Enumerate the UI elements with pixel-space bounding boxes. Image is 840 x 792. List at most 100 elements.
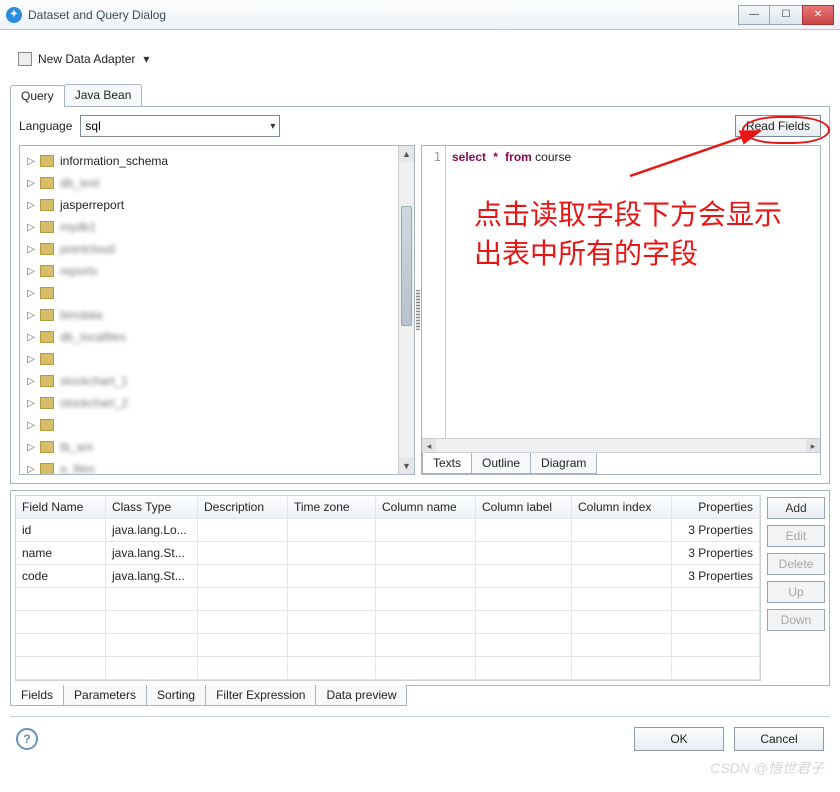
add-button[interactable]: Add (767, 497, 825, 519)
tree-item[interactable]: ▷ information_schema (22, 150, 396, 172)
ok-button[interactable]: OK (634, 727, 724, 751)
tree-item[interactable]: ▷ (22, 414, 396, 436)
table-row[interactable]: codejava.lang.St...3 Properties (16, 565, 760, 588)
line-gutter: 1 (422, 146, 446, 438)
language-label: Language (19, 119, 72, 133)
tab-query[interactable]: Query (10, 85, 65, 107)
titlebar: ✦ Dataset and Query Dialog — ☐ ✕ (0, 0, 840, 30)
caret-icon: ▷ (26, 156, 36, 167)
help-button[interactable]: ? (16, 728, 38, 750)
bottom-tab-filter[interactable]: Filter Expression (205, 685, 316, 706)
tree-item-label: stockchart_2 (60, 396, 128, 410)
tree-item[interactable]: ▷ db_test (22, 172, 396, 194)
scroll-thumb[interactable] (401, 206, 412, 326)
tree-item[interactable]: ▷bimdata (22, 304, 396, 326)
tree-item-label: db_test (60, 176, 99, 190)
scrollbar-vertical[interactable]: ▲ ▼ (398, 146, 414, 474)
database-icon (40, 441, 54, 453)
delete-button[interactable]: Delete (767, 553, 825, 575)
caret-icon: ▷ (26, 464, 36, 475)
schema-tree[interactable]: ▷information_schema▷db_test▷jasperreport… (20, 146, 398, 474)
database-icon (40, 199, 54, 211)
tree-item-label: jasperreport (60, 198, 124, 212)
app-icon: ✦ (6, 7, 22, 23)
caret-icon: ▷ (26, 310, 36, 321)
close-button[interactable]: ✕ (802, 5, 834, 25)
database-icon (40, 397, 54, 409)
language-value: sql (85, 119, 100, 133)
caret-icon: ▷ (26, 398, 36, 409)
code-content[interactable]: select * from course (446, 146, 820, 438)
scroll-left-icon[interactable]: ◂ (422, 439, 436, 452)
col-column-index[interactable]: Column index (572, 496, 672, 519)
adapter-icon (18, 52, 32, 66)
minimize-button[interactable]: — (738, 5, 770, 25)
edit-button[interactable]: Edit (767, 525, 825, 547)
tab-java-bean[interactable]: Java Bean (64, 84, 143, 106)
col-description[interactable]: Description (198, 496, 288, 519)
scroll-right-icon[interactable]: ▸ (806, 439, 820, 452)
bottom-tab-preview[interactable]: Data preview (315, 685, 407, 706)
editor-tab-outline[interactable]: Outline (471, 453, 531, 474)
editor-tab-diagram[interactable]: Diagram (530, 453, 597, 474)
table-row[interactable]: namejava.lang.St...3 Properties (16, 542, 760, 565)
database-icon (40, 309, 54, 321)
col-properties[interactable]: Properties (672, 496, 760, 519)
cancel-button[interactable]: Cancel (734, 727, 824, 751)
tree-item[interactable]: ▷mydb1 (22, 216, 396, 238)
caret-icon: ▷ (26, 266, 36, 277)
tree-item[interactable]: ▷ (22, 282, 396, 304)
main-tabs: Query Java Bean (10, 84, 830, 107)
tree-item-label: db_localfiles (60, 330, 126, 344)
col-class-type[interactable]: Class Type (106, 496, 198, 519)
caret-icon: ▷ (26, 442, 36, 453)
col-field-name[interactable]: Field Name (16, 496, 106, 519)
tree-item[interactable]: ▷ (22, 348, 396, 370)
splitter-handle[interactable] (415, 145, 421, 475)
up-button[interactable]: Up (767, 581, 825, 603)
data-adapter-selector[interactable]: New Data Adapter ▾ (18, 44, 830, 74)
database-icon (40, 419, 54, 431)
tree-item-label: a_files (60, 462, 95, 474)
editor-tab-texts[interactable]: Texts (422, 453, 472, 474)
tree-item[interactable]: ▷ stockchart_1 (22, 370, 396, 392)
tree-item[interactable]: ▷ a_files (22, 458, 396, 474)
tree-item-label: tb_ani (60, 440, 93, 454)
database-icon (40, 463, 54, 474)
caret-icon: ▷ (26, 420, 36, 431)
col-column-name[interactable]: Column name (376, 496, 476, 519)
table-row[interactable]: idjava.lang.Lo...3 Properties (16, 519, 760, 542)
fields-grid[interactable]: Field Name Class Type Description Time z… (15, 495, 761, 681)
maximize-button[interactable]: ☐ (770, 5, 802, 25)
caret-icon: ▷ (26, 244, 36, 255)
scroll-up-icon[interactable]: ▲ (399, 146, 414, 162)
col-column-label[interactable]: Column label (476, 496, 572, 519)
tree-item[interactable]: ▷ tb_ani (22, 436, 396, 458)
sql-editor[interactable]: 1 select * from course (422, 146, 820, 438)
caret-icon: ▷ (26, 178, 36, 189)
down-button[interactable]: Down (767, 609, 825, 631)
caret-icon: ▷ (26, 288, 36, 299)
schema-tree-panel: ▷information_schema▷db_test▷jasperreport… (19, 145, 415, 475)
read-fields-button[interactable]: Read Fields (735, 115, 821, 137)
bottom-tab-sorting[interactable]: Sorting (146, 685, 206, 706)
col-time-zone[interactable]: Time zone (288, 496, 376, 519)
tree-item[interactable]: ▷jasperreport (22, 194, 396, 216)
chevron-down-icon: ▾ (143, 52, 149, 66)
tree-item-label: information_schema (60, 154, 168, 168)
language-combo[interactable]: sql ▾ (80, 115, 280, 137)
chevron-down-icon: ▾ (270, 121, 275, 132)
caret-icon: ▷ (26, 376, 36, 387)
scroll-down-icon[interactable]: ▼ (399, 458, 414, 474)
database-icon (40, 375, 54, 387)
tree-item[interactable]: ▷pointcloud (22, 238, 396, 260)
bottom-tab-fields[interactable]: Fields (10, 685, 64, 706)
watermark: CSDN @悟世君子 (710, 758, 824, 778)
bottom-tab-parameters[interactable]: Parameters (63, 685, 147, 706)
tree-item[interactable]: ▷reports (22, 260, 396, 282)
tree-item[interactable]: ▷ stockchart_2 (22, 392, 396, 414)
scrollbar-horizontal[interactable]: ◂ ▸ (422, 438, 820, 452)
tree-item[interactable]: ▷db_localfiles (22, 326, 396, 348)
database-icon (40, 243, 54, 255)
tree-item-label: stockchart_1 (60, 374, 128, 388)
